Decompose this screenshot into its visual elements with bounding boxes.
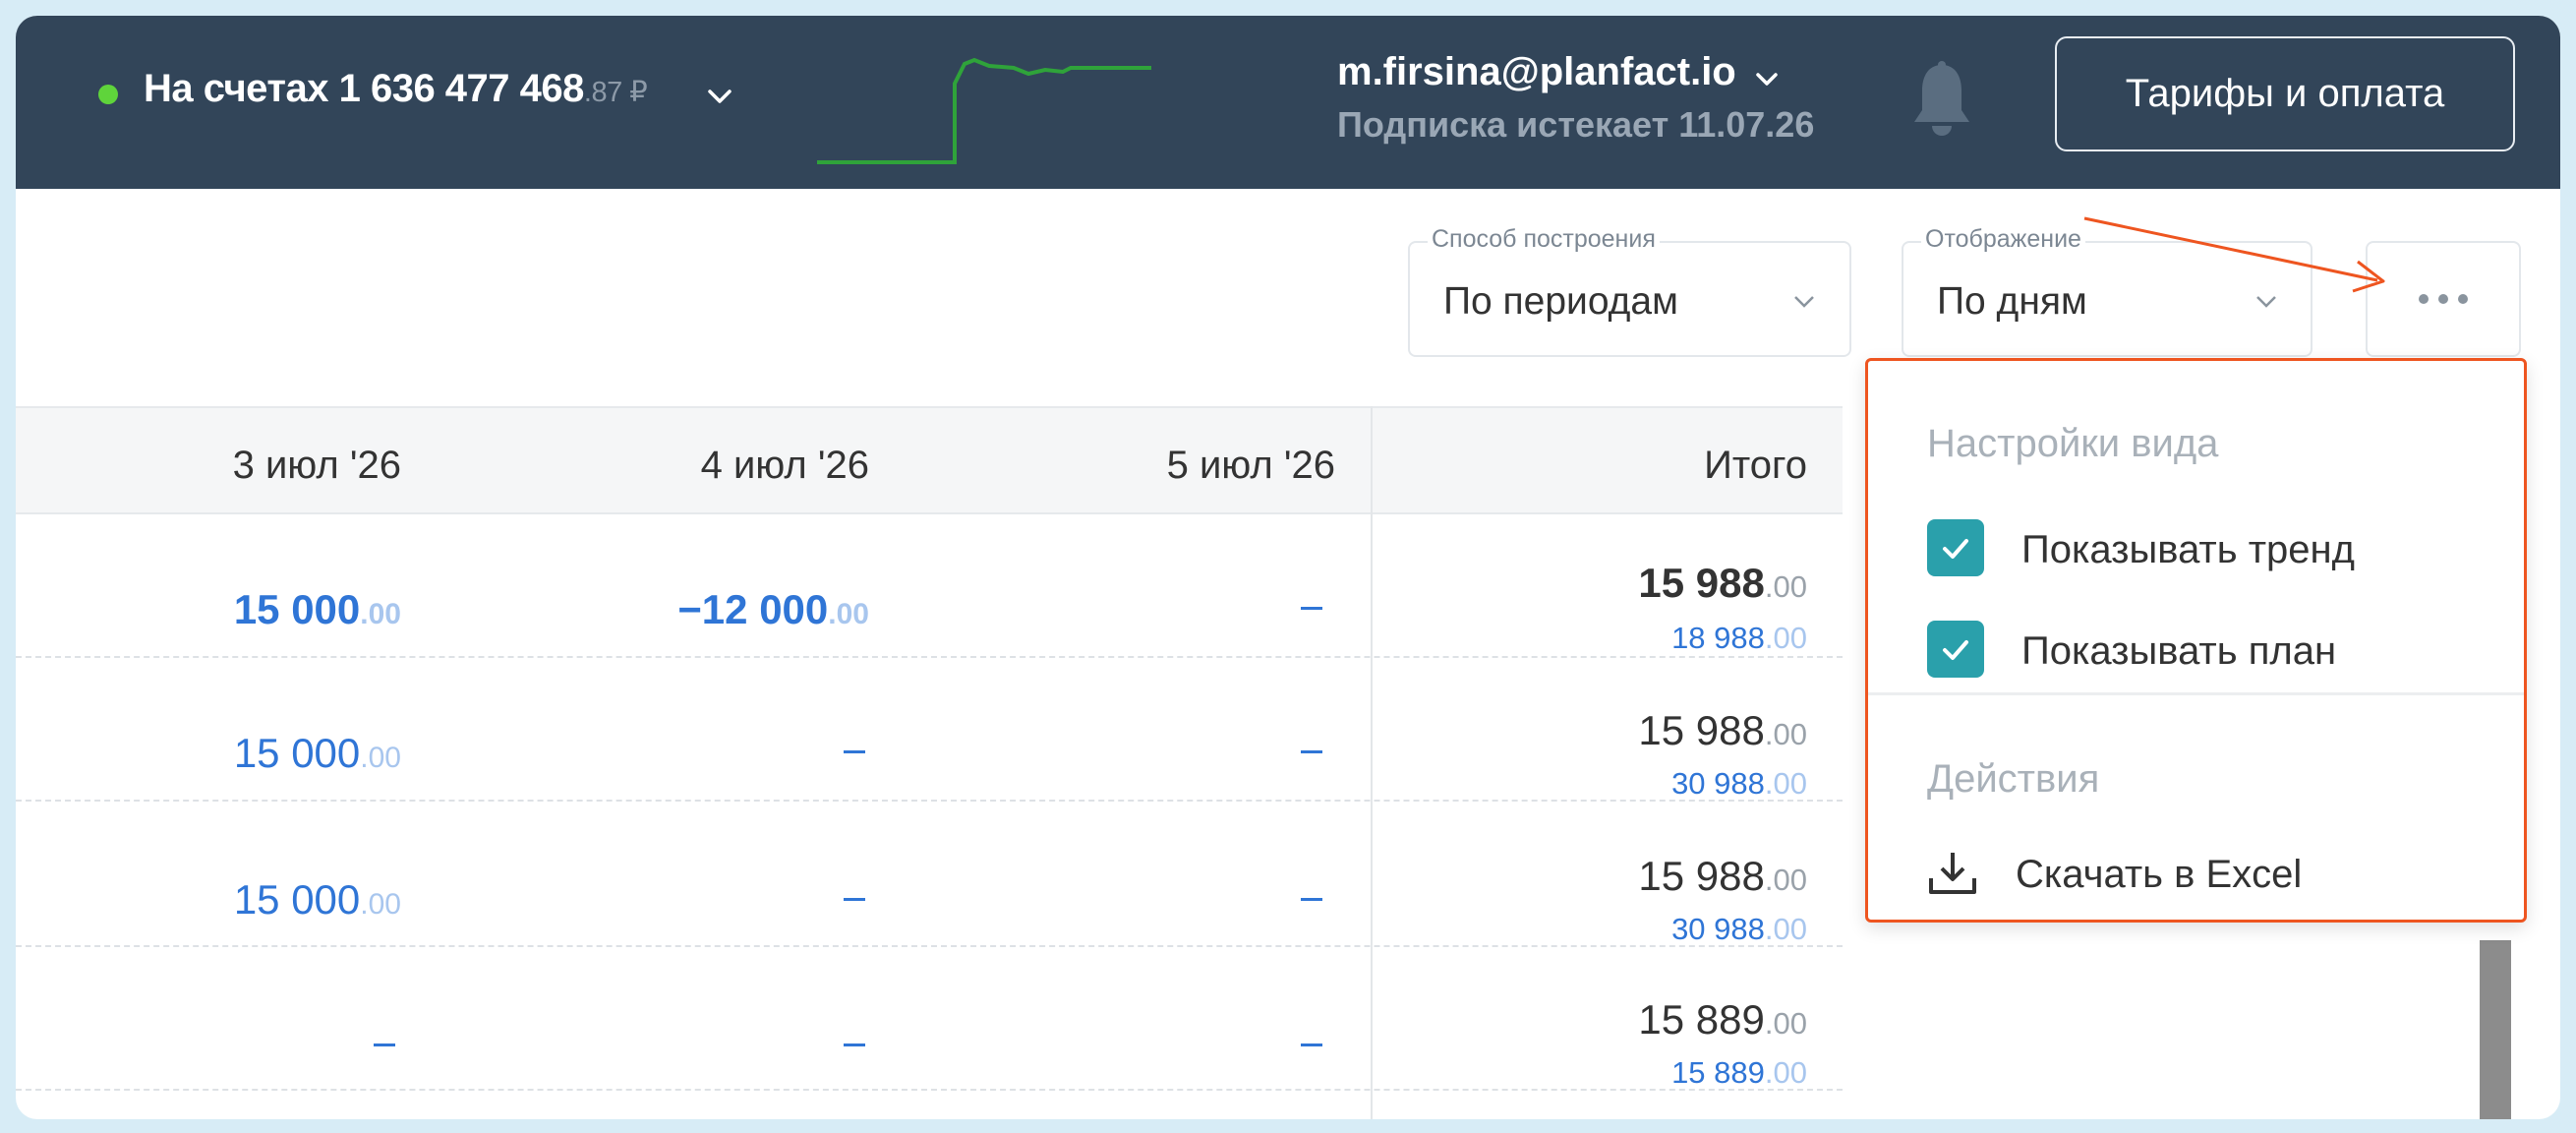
menu-item-label: Показывать тренд bbox=[2021, 528, 2355, 571]
plan-value: 18 988.00 bbox=[1671, 621, 1807, 655]
display-legend: Отображение bbox=[1921, 225, 2085, 254]
build-method-legend: Способ построения bbox=[1428, 225, 1660, 254]
balance-label: На счетах 1 636 477 468 bbox=[144, 67, 584, 110]
cell-empty-dash bbox=[1301, 1044, 1322, 1046]
chevron-down-icon[interactable] bbox=[704, 81, 735, 112]
cell-empty-dash bbox=[844, 750, 865, 753]
total-cell: 15 988.00 30 988.00 bbox=[1373, 800, 1807, 946]
chevron-down-icon[interactable] bbox=[1753, 65, 1781, 92]
table-header: 3 июл '26 4 июл '26 5 июл '26 Итого bbox=[16, 406, 1843, 514]
menu-section-title: Настройки вида bbox=[1927, 422, 2219, 465]
menu-item-label: Показывать план bbox=[2021, 629, 2337, 673]
cell-empty-dash bbox=[1301, 750, 1322, 753]
trend-sparkline-icon bbox=[817, 57, 1151, 164]
more-options-button[interactable] bbox=[2366, 241, 2521, 357]
download-icon bbox=[1929, 853, 1976, 894]
tariffs-button[interactable]: Тарифы и оплата bbox=[2055, 36, 2515, 151]
checkbox-show-trend[interactable] bbox=[1927, 519, 1984, 576]
top-bar: На счетах 1 636 477 468.87 ₽ m.firsina@p… bbox=[16, 16, 2560, 189]
total-cell: 15 988.00 18 988.00 bbox=[1373, 512, 1807, 656]
cell-value: −12 000.00 bbox=[677, 586, 869, 632]
column-header: 3 июл '26 bbox=[232, 444, 401, 487]
table-row[interactable]: 15 000.00 15 988.00 30 988.00 bbox=[16, 656, 1843, 802]
balance-cents: .87 ₽ bbox=[583, 77, 648, 108]
cell-empty-dash bbox=[374, 1044, 395, 1046]
subscription-status: Подписка истекает 11.07.26 bbox=[1337, 104, 1815, 145]
user-email[interactable]: m.firsina@planfact.io bbox=[1337, 50, 1736, 94]
table-row[interactable]: 15 000.00 −12 000.00 15 988.00 18 988.00 bbox=[16, 512, 1843, 658]
build-method-select[interactable]: Способ построения По периодам bbox=[1408, 225, 1851, 357]
cell-value: 15 000.00 bbox=[233, 730, 401, 776]
checkbox-show-plan[interactable] bbox=[1927, 621, 1984, 678]
account-balance[interactable]: На счетах 1 636 477 468.87 ₽ bbox=[144, 67, 648, 111]
menu-item-show-trend[interactable]: Показывать тренд bbox=[1868, 499, 2524, 597]
menu-item-export-excel[interactable]: Скачать в Excel bbox=[1868, 823, 2524, 918]
cell-empty-dash bbox=[1301, 898, 1322, 901]
menu-item-label: Скачать в Excel bbox=[2016, 853, 2303, 896]
status-dot-icon bbox=[98, 85, 118, 104]
more-dots-icon bbox=[2419, 294, 2468, 304]
build-method-value: По периодам bbox=[1443, 280, 1678, 323]
display-select[interactable]: Отображение По дням bbox=[1902, 225, 2313, 357]
total-cell: 15 988.00 30 988.00 bbox=[1373, 656, 1807, 801]
scrollbar-thumb[interactable] bbox=[2480, 940, 2511, 1119]
total-cell: 15 889.00 15 889.00 bbox=[1373, 945, 1807, 1090]
menu-section-title: Действия bbox=[1927, 757, 2100, 801]
chevron-down-icon bbox=[2256, 296, 2276, 308]
total-value: 15 988.00 bbox=[1638, 560, 1807, 606]
table-row[interactable]: 15 889.00 15 889.00 bbox=[16, 945, 1843, 1091]
cell-value: 15 000.00 bbox=[233, 876, 401, 923]
cell-empty-dash bbox=[844, 1044, 865, 1046]
plan-value: 30 988.00 bbox=[1671, 912, 1807, 946]
chevron-down-icon bbox=[1794, 296, 1814, 308]
cell-value: 15 000.00 bbox=[233, 586, 401, 632]
check-icon bbox=[1943, 640, 1968, 660]
menu-divider bbox=[1868, 692, 2524, 695]
plan-value: 30 988.00 bbox=[1671, 766, 1807, 801]
view-settings-menu: Настройки вида Показывать тренд Показыва… bbox=[1865, 358, 2527, 923]
total-value: 15 889.00 bbox=[1638, 996, 1807, 1043]
cell-empty-dash bbox=[1301, 607, 1322, 610]
total-value: 15 988.00 bbox=[1638, 707, 1807, 753]
total-value: 15 988.00 bbox=[1638, 853, 1807, 899]
table-row[interactable]: 15 000.00 15 988.00 30 988.00 bbox=[16, 800, 1843, 947]
plan-value: 15 889.00 bbox=[1671, 1055, 1807, 1090]
menu-item-show-plan[interactable]: Показывать план bbox=[1868, 602, 2524, 690]
check-icon bbox=[1943, 539, 1968, 559]
column-header: 4 июл '26 bbox=[700, 444, 869, 487]
column-header: 5 июл '26 bbox=[1166, 444, 1335, 487]
column-header-total: Итого bbox=[1704, 444, 1807, 487]
display-value: По дням bbox=[1937, 280, 2087, 323]
cell-empty-dash bbox=[844, 898, 865, 901]
bell-icon[interactable] bbox=[1908, 61, 1975, 142]
